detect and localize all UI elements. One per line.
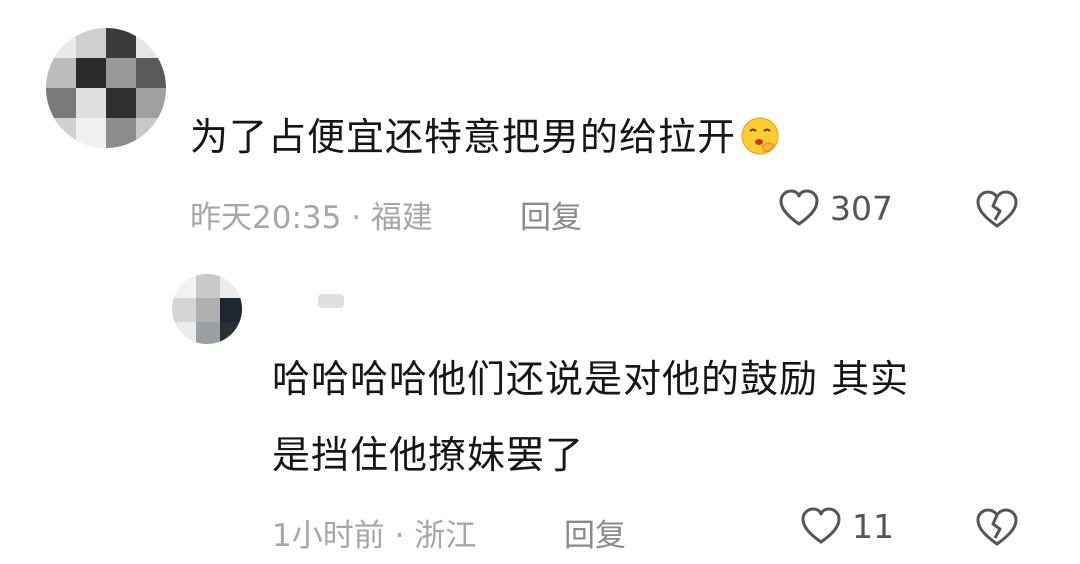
- comment-time: 昨天20:35: [190, 200, 342, 236]
- avatar[interactable]: [46, 28, 166, 148]
- meta-separator: ·: [384, 518, 415, 554]
- reply-button[interactable]: 回复: [520, 192, 582, 237]
- comment-meta: 1小时前 · 浙江: [272, 510, 476, 555]
- broken-heart-icon: [976, 508, 1018, 546]
- comment-time: 1小时前: [272, 518, 385, 554]
- comment-text-content: 为了占便宜还特意把男的给拉开: [190, 115, 737, 159]
- meta-separator: ·: [341, 200, 371, 236]
- like-count: 11: [852, 506, 894, 546]
- comment-item: 为了占便宜还特意把男的给拉开 昨天20:35 · 福建 回复 307: [0, 0, 1080, 250]
- dislike-button[interactable]: [974, 188, 1020, 234]
- like-button[interactable]: 11: [800, 506, 894, 546]
- like-button[interactable]: 307: [778, 188, 893, 228]
- avatar[interactable]: [172, 274, 242, 344]
- shushing-face-emoji-icon: [741, 117, 779, 155]
- comment-location: 浙江: [414, 518, 477, 554]
- comment-location: 福建: [370, 200, 433, 236]
- comment-text-line2: 是挡住他撩妹罢了: [272, 433, 585, 477]
- dislike-button[interactable]: [974, 506, 1020, 552]
- broken-heart-icon: [976, 190, 1018, 228]
- comment-meta: 昨天20:35 · 福建: [190, 192, 433, 237]
- reply-comment-item: 哈哈哈哈他们还说是对他的鼓励 其实 是挡住他撩妹罢了 1小时前 · 浙江 回复 …: [0, 258, 1080, 564]
- comment-text-line1: 哈哈哈哈他们还说是对他的鼓励 其实: [272, 357, 910, 401]
- reply-button[interactable]: 回复: [564, 510, 626, 555]
- heart-icon: [779, 189, 819, 226]
- username-redacted: [318, 294, 344, 308]
- comment-text: 为了占便宜还特意把男的给拉开: [190, 116, 780, 156]
- heart-icon: [801, 507, 841, 544]
- like-count: 307: [830, 188, 893, 228]
